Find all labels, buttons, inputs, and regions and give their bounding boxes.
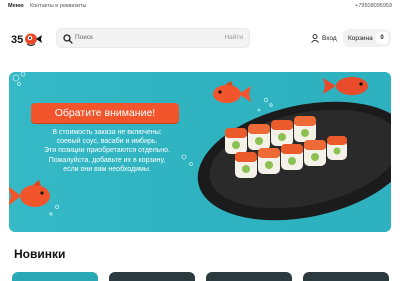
notice-line: соевый соус, васаби и имбирь.: [56, 138, 158, 146]
top-bar: Меню Контакты и реквизиты +79508095959: [0, 0, 400, 14]
notice-heading: Обратите внимание!: [31, 103, 179, 123]
search-bar[interactable]: Поиск Найти: [56, 28, 250, 48]
product-card[interactable]: [206, 272, 292, 281]
logo-text: 35: [11, 34, 23, 46]
promo-banner[interactable]: Обратите внимание! В стоимость заказа не…: [9, 72, 391, 232]
notice-line: если они вам необходимы.: [63, 165, 151, 173]
product-card[interactable]: [12, 272, 98, 281]
contacts-link[interactable]: Контакты и реквизиты: [30, 3, 86, 9]
logo-fish-icon: 35: [11, 33, 42, 46]
cart-count-badge: 0: [376, 32, 388, 44]
fish-decor-bottom: [9, 180, 50, 207]
fish-decor-top: [213, 81, 251, 103]
logo[interactable]: 35: [10, 29, 44, 49]
cart-button[interactable]: Корзина 0: [343, 29, 391, 47]
user-icon: [311, 33, 319, 43]
product-card[interactable]: [303, 272, 389, 281]
notice-text: В стоимость заказа не включены: соевый с…: [23, 128, 191, 174]
notice-line: Пожалуйста, добавьте их в корзину,: [48, 156, 166, 164]
header: 35 Поиск Найти Вход Корзина 0: [0, 24, 400, 54]
login-label: Вход: [322, 34, 337, 42]
notice-line: В стоимость заказа не включены:: [52, 129, 162, 136]
phone-link[interactable]: +79508095959: [355, 3, 392, 9]
search-icon: [63, 34, 73, 44]
section-title-new: Новинки: [14, 247, 66, 261]
fish-decor-right: [323, 77, 368, 95]
product-card[interactable]: [109, 272, 195, 281]
search-button[interactable]: Найти: [224, 34, 243, 41]
search-input[interactable]: Поиск: [75, 34, 93, 41]
notice-line: Эти позиции приобретаются отдельно.: [43, 147, 170, 155]
product-cards: [0, 272, 400, 281]
cart-label: Корзина: [348, 34, 373, 42]
login-button[interactable]: Вход: [311, 32, 337, 44]
menu-link[interactable]: Меню: [8, 3, 24, 9]
